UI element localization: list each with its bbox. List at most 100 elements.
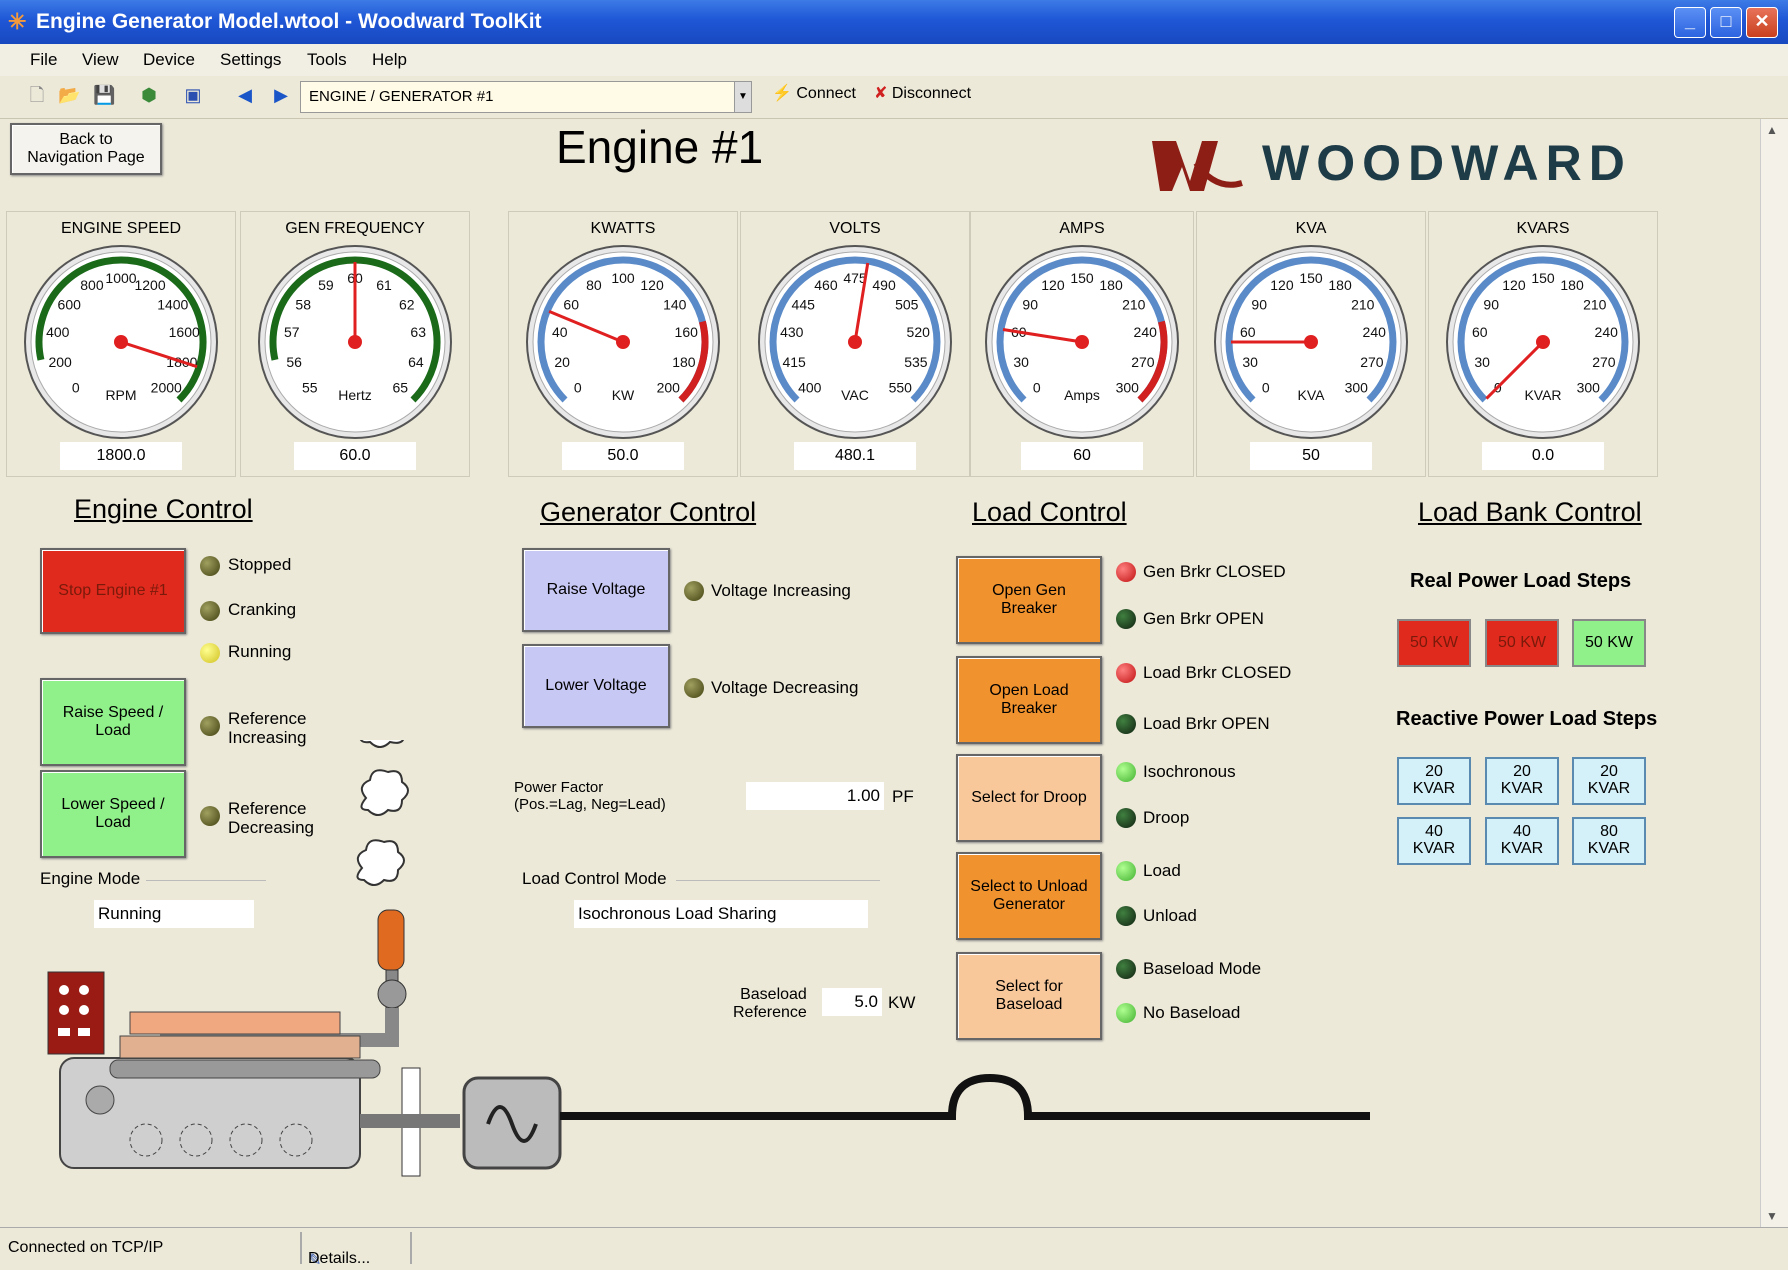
real-load-step-2[interactable]: 50 KW — [1485, 619, 1559, 667]
real-power-title: Real Power Load Steps — [1410, 570, 1632, 592]
new-file-icon[interactable]: 🗋 — [26, 84, 48, 106]
gauge-tick-label: 64 — [408, 354, 424, 370]
menu-bar: File View Device Settings Tools Help — [0, 44, 1788, 77]
gauge-tick-label: 90 — [1022, 296, 1038, 312]
gauge-tick-label: 120 — [1041, 277, 1065, 293]
gauge-tick-label: 180 — [1560, 277, 1584, 293]
disconnect-button[interactable]: ✘ Disconnect — [874, 83, 971, 103]
gauge-tick-label: 150 — [1531, 270, 1555, 286]
gauge-tick-label: 80 — [586, 277, 602, 293]
page-selector-value: ENGINE / GENERATOR #1 — [309, 88, 494, 105]
vertical-scrollbar[interactable]: ▲ ▼ — [1760, 119, 1788, 1227]
toolbar: 🗋 📂 💾 ⬢ ▣ ◀ ▶ ENGINE / GENERATOR #1 ▼ ⚡ … — [0, 76, 1788, 119]
gauge-tick-label: 400 — [798, 379, 822, 395]
menu-settings[interactable]: Settings — [220, 50, 281, 70]
screen-icon[interactable]: ▣ — [182, 84, 204, 106]
real-load-step-1[interactable]: 50 KW — [1397, 619, 1471, 667]
gauge-tick-label: 61 — [376, 277, 392, 293]
gauge-tick-label: 1400 — [157, 296, 188, 312]
scroll-up-icon[interactable]: ▲ — [1766, 123, 1778, 137]
title-bar: ✳ Engine Generator Model.wtool - Woodwar… — [0, 0, 1788, 44]
open-folder-icon[interactable]: 📂 — [58, 84, 80, 106]
gauge-unit: Amps — [1064, 387, 1100, 403]
gauge-7: KVARS0306090120150180210240270300KVAR0.0 — [1428, 211, 1658, 477]
gauge-dial: 030 60 90120 150 180 210 240 270 300 KVA — [1214, 245, 1408, 439]
load-bank-control-header: Load Bank Control — [1418, 497, 1642, 527]
gauge-tick-label: 240 — [1595, 324, 1619, 340]
gauge-tick-label: 240 — [1134, 324, 1158, 340]
reactive-load-step-4[interactable]: 40 KVAR — [1397, 817, 1471, 865]
gauge-tick-label: 210 — [1583, 296, 1607, 312]
gauge-tick-label: 58 — [295, 296, 311, 312]
voltage-increasing-label: Voltage Increasing — [711, 581, 851, 600]
open-gen-breaker-button[interactable]: Open Gen Breaker — [956, 556, 1102, 644]
window-title: Engine Generator Model.wtool - Woodward … — [36, 10, 542, 33]
gauge-title: GEN FREQUENCY — [285, 220, 425, 237]
save-icon[interactable]: 💾 — [93, 84, 115, 106]
gauge-tick-label: 140 — [663, 296, 687, 312]
gauge-title: ENGINE SPEED — [60, 220, 182, 237]
gauge-tick-label: 0 — [1033, 379, 1041, 395]
load-control-header: Load Control — [972, 497, 1127, 527]
gauge-6: KVA 0 30 60 90 120 150 180 210 240 270 300 KVA 50 — [1196, 211, 1426, 477]
engine-control-header: Engine Control — [74, 494, 253, 524]
reactive-load-step-6[interactable]: 80 KVAR — [1572, 817, 1646, 865]
menu-device[interactable]: Device — [143, 50, 195, 70]
menu-tools[interactable]: Tools — [307, 50, 347, 70]
gauge-tick-label: 600 — [58, 296, 82, 312]
gauge-dial: 020 40 60 80 100 120 140 160 180 200 KW — [526, 245, 720, 439]
reactive-load-step-5[interactable]: 40 KVAR — [1485, 817, 1559, 865]
gauge-tick-label: 120 — [640, 277, 664, 293]
gauge-tick-label: 55 — [302, 379, 318, 395]
gen-brkr-closed-lamp — [1116, 562, 1136, 582]
gauge-value: 1800.0 — [60, 442, 182, 470]
gauge-tick-label: 240 — [1363, 324, 1387, 340]
gauge-tick-label: 445 — [792, 296, 816, 312]
gauge-tick-label: 1600 — [169, 324, 200, 340]
reactive-load-step-2[interactable]: 20 KVAR — [1485, 757, 1559, 805]
back-arrow-icon[interactable]: ◀ — [234, 84, 256, 106]
gauge-tick-label: 57 — [284, 324, 300, 340]
gauge-unit: VAC — [841, 387, 869, 403]
reactive-load-step-1[interactable]: 20 KVAR — [1397, 757, 1471, 805]
gauge-value: 50.0 — [562, 442, 684, 470]
gauge-tick-label: 2000 — [151, 379, 182, 395]
gauge-tick-label: 270 — [1592, 354, 1616, 370]
scroll-down-icon[interactable]: ▼ — [1766, 1209, 1778, 1223]
running-lamp — [200, 643, 220, 663]
gauge-title: KVARS — [1516, 220, 1570, 237]
reactive-load-step-3[interactable]: 20 KVAR — [1572, 757, 1646, 805]
connect-button[interactable]: ⚡ Connect — [772, 83, 856, 103]
menu-help[interactable]: Help — [372, 50, 407, 70]
gauge-tick-label: 1000 — [105, 270, 136, 286]
stop-engine-button[interactable]: Stop Engine #1 — [40, 548, 186, 634]
connect-label: Connect — [796, 85, 856, 102]
real-load-step-3[interactable]: 50 KW — [1572, 619, 1646, 667]
open-load-breaker-button[interactable]: Open Load Breaker — [956, 656, 1102, 744]
exhaust-muffler — [377, 909, 405, 971]
gauge-dial: 0200400600800100012001400160018002000RPM — [24, 245, 218, 439]
menu-view[interactable]: View — [82, 50, 119, 70]
page-selector-combo[interactable]: ENGINE / GENERATOR #1 ▼ — [300, 81, 752, 113]
forward-arrow-icon[interactable]: ▶ — [270, 84, 292, 106]
back-to-navigation-button[interactable]: Back to Navigation Page — [10, 123, 162, 175]
chevron-down-icon[interactable]: ▼ — [734, 82, 751, 112]
running-label: Running — [228, 642, 292, 661]
maximize-button[interactable]: □ — [1710, 7, 1742, 38]
gauge-tick-label: 30 — [1474, 354, 1490, 370]
engine-generator-illustration — [47, 740, 1370, 1177]
gauge-tick-label: 520 — [907, 324, 931, 340]
gauge-tick-label: 160 — [675, 324, 699, 340]
menu-file[interactable]: File — [30, 50, 57, 70]
close-button[interactable]: ✕ — [1746, 7, 1778, 38]
engine-control-box — [47, 971, 105, 1055]
gauge-tick-label: 270 — [1131, 354, 1155, 370]
lower-voltage-button[interactable]: Lower Voltage — [522, 644, 670, 728]
disconnect-label: Disconnect — [891, 85, 972, 102]
export-icon[interactable]: ⬢ — [138, 84, 160, 106]
reactive-power-title: Reactive Power Load Steps — [1396, 708, 1658, 730]
raise-voltage-button[interactable]: Raise Voltage — [522, 548, 670, 632]
minimize-button[interactable]: _ — [1674, 7, 1706, 38]
gauge-title: KVA — [1295, 220, 1327, 237]
gauge-dial: 0306090120150180210240270300Amps — [985, 245, 1179, 439]
